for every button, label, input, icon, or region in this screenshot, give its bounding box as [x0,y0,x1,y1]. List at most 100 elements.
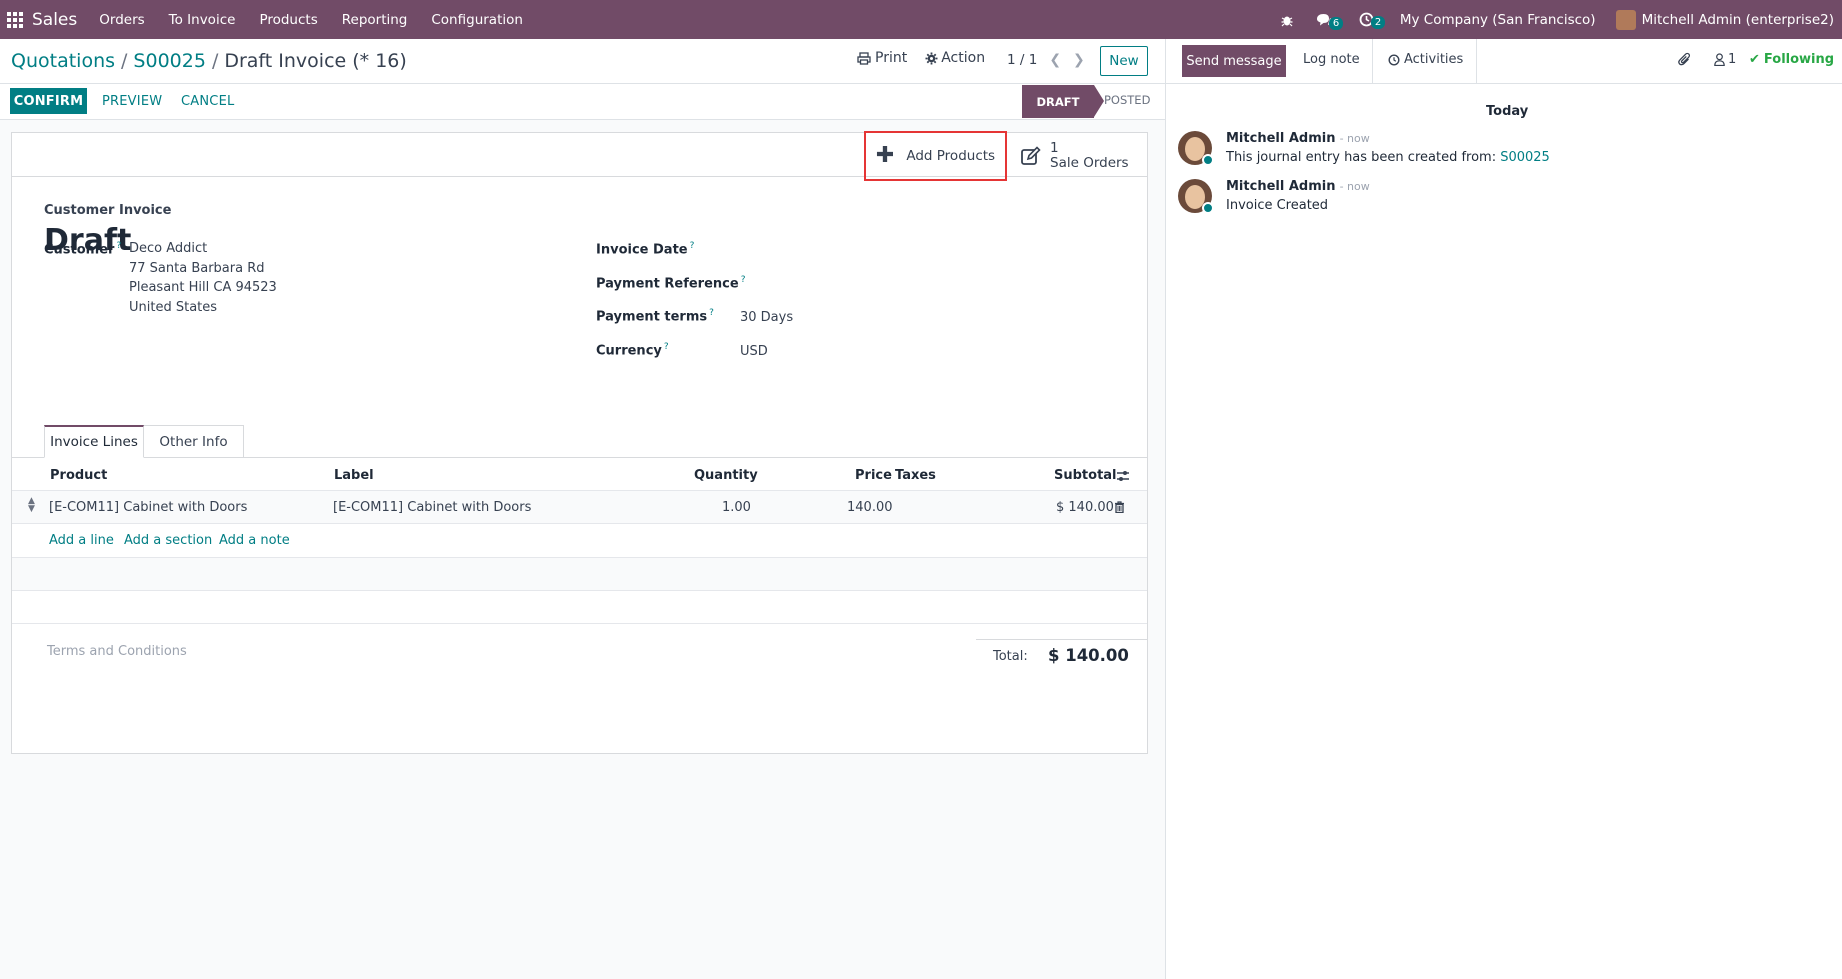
avatar[interactable] [1178,179,1214,214]
sale-orders-smart-button[interactable]: 1 Sale Orders [1020,141,1129,171]
pager: 1 / 1 ❮ ❯ [1007,52,1085,68]
attachments-button[interactable] [1678,52,1691,67]
log-note-button[interactable]: Log note [1303,52,1360,67]
line-product[interactable]: [E-COM11] Cabinet with Doors [49,500,247,515]
control-panel-actions: Print Action [857,50,1003,66]
customer-field[interactable]: Deco Addict 77 Santa Barbara Rd Pleasant… [129,239,277,317]
cancel-button[interactable]: CANCEL [181,94,234,109]
currency-label: Currency? [596,342,669,359]
chatter-message: Mitchell Admin - now Invoice Created [1178,179,1370,214]
breadcrumb: Quotations / S00025/Draft Invoice (* 16) [11,50,407,72]
apps-menu-button[interactable] [0,0,30,39]
tabs-divider [12,457,1147,458]
message-link[interactable]: S00025 [1500,150,1550,165]
confirm-button[interactable]: CONFIRM [10,88,87,114]
line-label[interactable]: [E-COM11] Cabinet with Doors [333,500,531,515]
action-button[interactable]: Action [925,50,985,66]
line-price[interactable]: 140.00 [847,500,893,515]
followers-button[interactable]: 1 [1714,52,1736,67]
chevron-right-icon[interactable]: ❯ [1073,52,1085,68]
user-menu[interactable]: Mitchell Admin (enterprise2) [1615,9,1834,30]
send-message-button[interactable]: Send message [1182,45,1286,77]
print-label: Print [875,50,908,66]
payment-terms-field[interactable]: 30 Days [740,308,793,328]
column-price[interactable]: Price [855,468,892,483]
stage-posted[interactable]: POSTED [1104,93,1150,107]
total-divider [976,639,1147,640]
breadcrumb-order[interactable]: S00025 [133,50,206,72]
terms-and-conditions-input[interactable]: Terms and Conditions [47,644,187,659]
table-divider [12,523,1147,524]
menu-configuration[interactable]: Configuration [431,12,523,28]
preview-button[interactable]: PREVIEW [102,94,162,109]
optional-columns-icon[interactable] [1116,470,1130,482]
date-separator: Today [1486,104,1529,119]
customer-address-line: Pleasant Hill CA 94523 [129,280,277,295]
trash-icon[interactable] [1114,501,1125,513]
tab-other-info[interactable]: Other Info [143,425,244,458]
chevron-left-icon[interactable]: ❮ [1049,52,1061,68]
invoice-form-sheet: ✚ Add Products 1 Sale Orders Customer In… [11,131,1148,754]
add-products-button[interactable]: ✚ Add Products [864,131,1007,181]
menu-products[interactable]: Products [259,12,317,28]
activity-button[interactable]: 2 [1359,12,1386,29]
stage-draft[interactable]: DRAFT [1022,85,1104,118]
clock-icon [1388,53,1400,66]
column-taxes[interactable]: Taxes [895,468,936,483]
line-quantity[interactable]: 1.00 [722,500,751,515]
column-label[interactable]: Label [334,468,374,483]
chatter-panel: Send message Log note Activities 1 ✔ Fol… [1165,39,1842,979]
new-button[interactable]: New [1100,46,1148,76]
breadcrumb-quotations[interactable]: Quotations [11,50,115,72]
avatar[interactable] [1178,131,1214,166]
add-line-link[interactable]: Add a line [49,533,114,548]
breadcrumb-separator: / [211,50,219,72]
message-author[interactable]: Mitchell Admin [1226,179,1335,194]
currency-field[interactable]: USD [740,342,768,362]
customer-address-line: 77 Santa Barbara Rd [129,260,265,276]
customer-name: Deco Addict [129,241,208,256]
table-divider [12,623,1147,624]
paperclip-icon [1678,52,1691,66]
message-time: - now [1339,132,1370,145]
navbar-systray: 6 2 My Company (San Francisco) Mitchell … [1280,0,1842,39]
company-switcher[interactable]: My Company (San Francisco) [1400,12,1596,28]
user-icon [1714,53,1725,66]
chatter-message: Mitchell Admin - now This journal entry … [1178,131,1550,166]
following-button[interactable]: ✔ Following [1749,52,1834,67]
line-subtotal: $ 140.00 [1056,500,1114,515]
pager-value[interactable]: 1 / 1 [1007,52,1037,68]
menu-orders[interactable]: Orders [99,12,144,28]
divider [1476,39,1477,83]
move-type-label: Customer Invoice [44,203,172,218]
edit-icon [1021,146,1041,165]
message-author[interactable]: Mitchell Admin [1226,131,1335,146]
payment-reference-field[interactable] [740,273,1140,293]
print-button[interactable]: Print [857,50,907,66]
debug-button[interactable] [1280,13,1294,27]
followers-count: 1 [1728,52,1737,67]
empty-row [12,558,1147,590]
total-value: $ 140.00 [1048,646,1129,665]
printer-icon [857,51,871,65]
column-subtotal[interactable]: Subtotal [1054,468,1117,483]
column-product[interactable]: Product [50,468,107,483]
table-divider [12,590,1147,591]
sale-orders-count: 1 [1050,140,1059,156]
add-note-link[interactable]: Add a note [219,533,290,548]
activities-button[interactable]: Activities [1388,52,1463,67]
add-section-link[interactable]: Add a section [124,533,212,548]
app-name[interactable]: Sales [32,10,77,30]
column-quantity[interactable]: Quantity [694,468,758,483]
gear-icon [925,52,938,64]
smart-button-box: ✚ Add Products 1 Sale Orders [12,131,1147,181]
following-label: Following [1763,52,1835,67]
total-label: Total: [993,649,1028,664]
tab-invoice-lines[interactable]: Invoice Lines [44,425,144,458]
invoice-date-field[interactable] [740,239,1140,259]
menu-to-invoice[interactable]: To Invoice [169,12,236,28]
drag-handle-icon[interactable]: ▲ ▼ [28,497,35,514]
apps-grid-icon [7,11,23,28]
menu-reporting[interactable]: Reporting [342,12,408,28]
messaging-button[interactable]: 6 [1316,13,1344,30]
